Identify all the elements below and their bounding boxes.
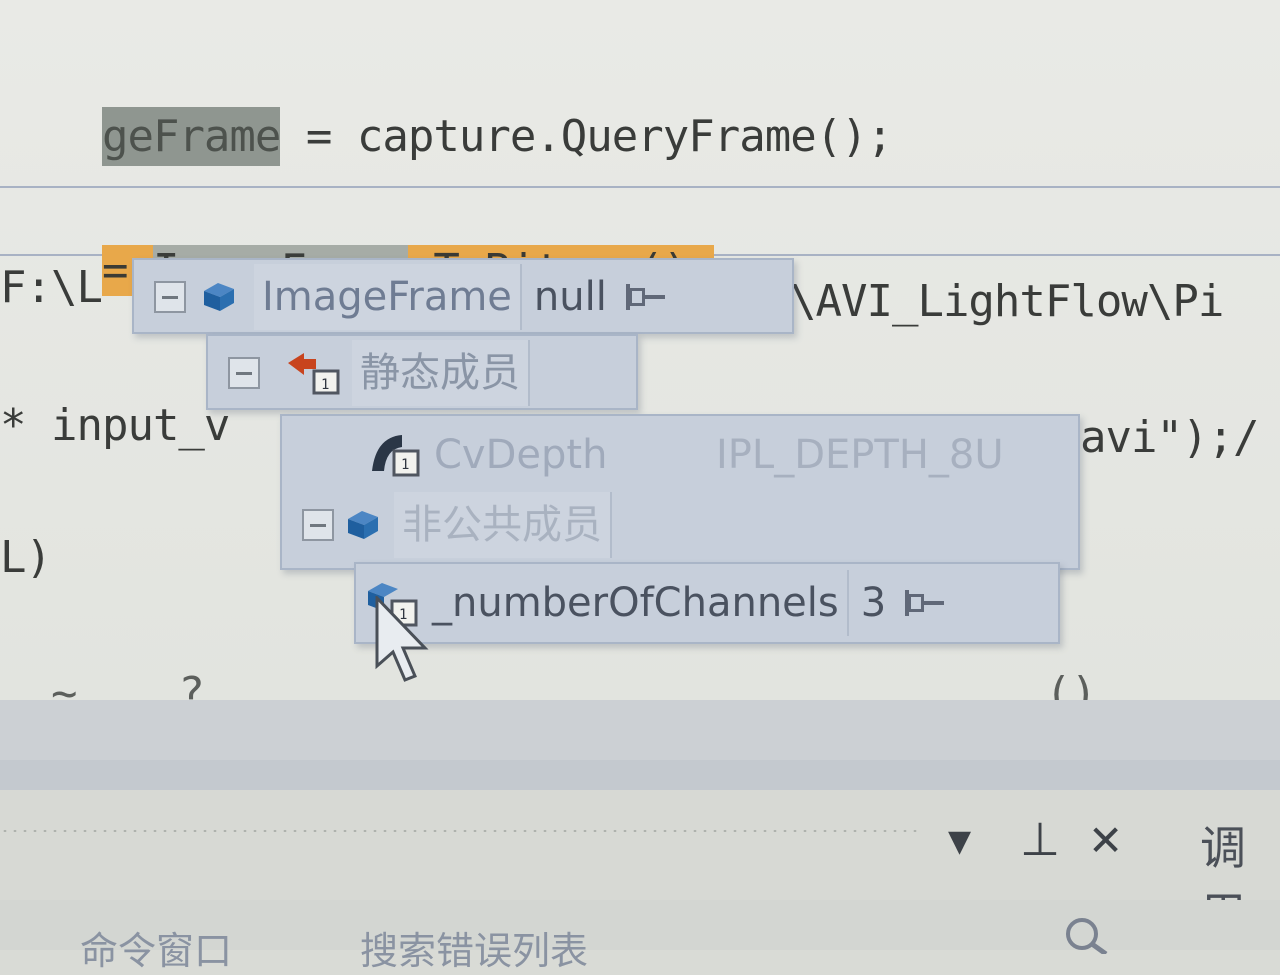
code-line-3-right: \AVI_LightFlow\Pi [790, 276, 1224, 327]
object-icon [348, 511, 378, 539]
datatip-nonpublic-items-panel: 1 _numberOfChannels 3 [354, 562, 1060, 644]
svg-text:1: 1 [321, 377, 329, 393]
datatip-static-panel: 1 静态成员 [206, 334, 638, 410]
static-field-icon: 1 [372, 435, 420, 477]
horizontal-scrollbar[interactable] [0, 700, 1280, 760]
static-members-icon: 1 [288, 353, 340, 395]
code-line-1-rest: = capture.QueryFrame(); [280, 111, 893, 162]
code-line-4-right: avi");/ [1080, 412, 1259, 463]
datatip-name-imageframe: ImageFrame [254, 264, 522, 330]
datatip-value-cvdepth: IPL_DEPTH_8U [716, 432, 1004, 478]
dropdown-arrow-icon[interactable]: ▼ [948, 824, 971, 859]
code-line-5: L) [0, 532, 52, 583]
collapse-nonpublic-members-button[interactable] [302, 509, 334, 541]
datatip-row-imageframe[interactable]: ImageFrame null [154, 264, 667, 330]
datatip-row-static-members[interactable]: 1 静态成员 [228, 340, 530, 406]
tab-command-window[interactable]: 命令窗口 [80, 920, 232, 975]
code-line-3-left: F:\L [0, 262, 103, 313]
drag-grip[interactable] [0, 828, 920, 834]
bottom-tab-strip: 命令窗口 搜索错误列表 [0, 900, 1280, 973]
collapse-static-members-button[interactable] [228, 357, 260, 389]
datatip-name-cvdepth: CvDepth [434, 432, 608, 478]
svg-text:1: 1 [401, 457, 409, 473]
object-icon [204, 283, 234, 311]
collapse-imageframe-button[interactable] [154, 281, 186, 313]
code-line-4-left: * input_v [0, 400, 230, 451]
pin-icon[interactable] [902, 588, 946, 618]
datatip-row-nonpublic-members[interactable]: 非公共成员 [302, 492, 612, 558]
tab-error-list-search[interactable]: 搜索错误列表 [360, 920, 588, 975]
code-editor[interactable]: geFrame = capture.QueryFrame(); = ImageF… [0, 0, 1280, 700]
code-line-6: ~ ? . . . () [0, 668, 1097, 700]
imageframe-highlight: geFrame [101, 107, 281, 166]
auto-hide-pin-icon[interactable]: ⊥ [1020, 812, 1060, 866]
datatip-value-imageframe: null [533, 274, 607, 320]
datatip-row-cvdepth[interactable]: 1 CvDepth IPL_DEPTH_8U [366, 422, 1016, 488]
datatip-nonpublic-members-label: 非公共成员 [394, 492, 612, 558]
mouse-cursor-icon [375, 596, 429, 682]
datatip-static-members-label: 静态成员 [352, 340, 530, 406]
panel-splitter[interactable] [0, 760, 1280, 790]
datatip-root-panel: ImageFrame null [132, 258, 794, 334]
bottom-tool-window-header: ▼ ⊥ ✕ 调用 [0, 790, 1280, 941]
search-icon[interactable] [1060, 914, 1120, 954]
close-icon[interactable]: ✕ [1088, 816, 1123, 865]
datatip-value-numberofchannels: 3 [860, 580, 887, 626]
datatip-row-numberofchannels[interactable]: 1 _numberOfChannels 3 [364, 570, 946, 636]
datatip-members-panel: 1 CvDepth IPL_DEPTH_8U 非公共成员 [280, 414, 1080, 570]
datatip-name-numberofchannels: _numberOfChannels [424, 570, 849, 636]
pin-icon[interactable] [623, 282, 667, 312]
